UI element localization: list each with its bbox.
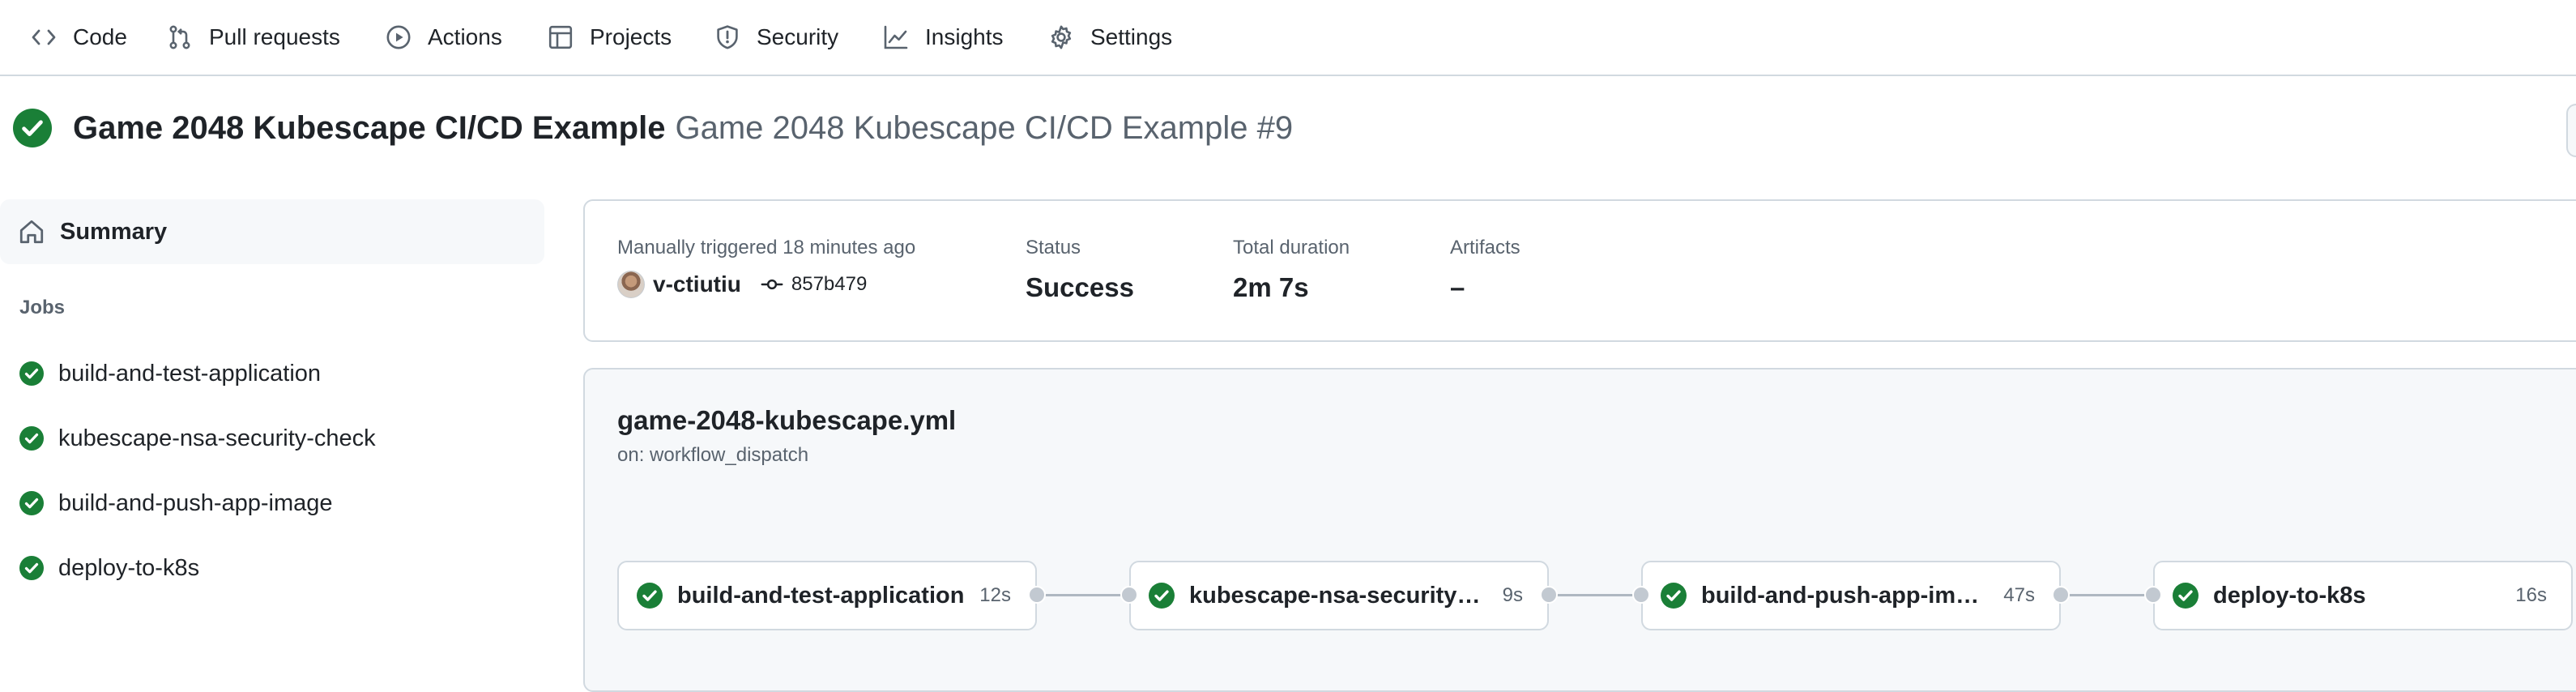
sidebar-job-label: build-and-test-application bbox=[58, 360, 322, 387]
graph-job-node[interactable]: build-and-push-app-image 47s bbox=[1641, 561, 2061, 630]
job-node-duration: 9s bbox=[1502, 584, 1523, 606]
page-title: Game 2048 Kubescape CI/CD Example bbox=[73, 109, 666, 146]
run-header: Game 2048 Kubescape CI/CD Example Game 2… bbox=[13, 104, 1293, 152]
job-input-port bbox=[1632, 586, 1650, 604]
job-connector bbox=[1039, 594, 1132, 596]
sidebar-item-summary[interactable]: Summary bbox=[0, 199, 544, 264]
shield-icon bbox=[717, 25, 738, 49]
tab-settings[interactable]: Settings bbox=[1048, 0, 1172, 75]
sidebar-item-label: Summary bbox=[60, 218, 168, 245]
header-action-button[interactable] bbox=[2566, 104, 2576, 157]
job-output-port bbox=[2052, 586, 2070, 604]
sidebar-job-item[interactable]: kubescape-nsa-security-check bbox=[19, 418, 376, 459]
duration-label: Total duration bbox=[1233, 237, 1350, 258]
trigger-column: Manually triggered 18 minutes ago v-ctiu… bbox=[617, 237, 915, 298]
status-value: Success bbox=[1026, 272, 1134, 302]
avatar[interactable] bbox=[617, 271, 645, 298]
tab-label: Projects bbox=[590, 24, 672, 49]
tab-actions[interactable]: Actions bbox=[386, 0, 502, 75]
graph-job-node[interactable]: build-and-test-application 12s bbox=[617, 561, 1037, 630]
check-circle-icon bbox=[19, 556, 44, 580]
job-node-name: build-and-push-app-image bbox=[1701, 582, 1990, 609]
code-icon bbox=[32, 29, 56, 45]
check-circle-icon bbox=[1149, 583, 1175, 609]
check-circle-icon bbox=[19, 361, 44, 386]
graph-job-node[interactable]: kubescape-nsa-security-check 9s bbox=[1129, 561, 1549, 630]
play-icon bbox=[386, 25, 411, 49]
artifacts-label: Artifacts bbox=[1450, 237, 1520, 258]
artifacts-value: – bbox=[1450, 272, 1465, 302]
git-pull-request-icon bbox=[169, 25, 190, 49]
sidebar-job-item[interactable]: deploy-to-k8s bbox=[19, 548, 199, 588]
tab-projects[interactable]: Projects bbox=[548, 0, 672, 75]
run-title: Game 2048 Kubescape CI/CD Example #9 bbox=[675, 109, 1294, 146]
workflow-trigger: on: workflow_dispatch bbox=[617, 444, 809, 466]
duration-value: 2m 7s bbox=[1233, 272, 1309, 302]
table-icon bbox=[548, 25, 573, 49]
artifacts-column: Artifacts – bbox=[1450, 237, 1520, 303]
tab-label: Security bbox=[757, 24, 839, 49]
job-node-duration: 12s bbox=[979, 584, 1011, 606]
git-commit-icon bbox=[761, 279, 783, 290]
jobs-heading: Jobs bbox=[19, 297, 66, 318]
job-node-name: build-and-test-application bbox=[677, 582, 965, 609]
tab-label: Insights bbox=[925, 24, 1004, 49]
status-label: Status bbox=[1026, 237, 1081, 258]
actor-line: v-ctiutiu 857b479 bbox=[617, 271, 915, 298]
job-node-duration: 47s bbox=[2003, 584, 2035, 606]
sidebar-job-label: kubescape-nsa-security-check bbox=[58, 425, 376, 451]
check-circle-icon bbox=[19, 426, 44, 451]
job-node-name: deploy-to-k8s bbox=[2213, 582, 2366, 609]
check-circle-icon bbox=[2173, 583, 2199, 609]
job-input-port bbox=[1120, 586, 1138, 604]
home-icon bbox=[19, 220, 44, 244]
job-connector bbox=[2062, 594, 2156, 596]
job-output-port bbox=[1028, 586, 1046, 604]
duration-column: Total duration 2m 7s bbox=[1233, 237, 1350, 303]
sidebar-job-item[interactable]: build-and-push-app-image bbox=[19, 483, 333, 523]
tab-security[interactable]: Security bbox=[714, 0, 838, 75]
tab-label: Code bbox=[73, 24, 127, 49]
graph-icon bbox=[884, 25, 908, 49]
check-circle-icon bbox=[637, 583, 663, 609]
check-circle-icon bbox=[13, 109, 52, 147]
sidebar-job-label: deploy-to-k8s bbox=[58, 554, 200, 581]
commit-link[interactable]: 857b479 bbox=[791, 273, 867, 296]
workflow-file-name[interactable]: game-2048-kubescape.yml bbox=[617, 405, 956, 436]
job-input-port bbox=[2144, 586, 2162, 604]
tab-label: Actions bbox=[428, 24, 502, 49]
sidebar-job-item[interactable]: build-and-test-application bbox=[19, 353, 321, 394]
graph-job-node[interactable]: deploy-to-k8s 16s bbox=[2153, 561, 2573, 630]
repo-nav: Code Pull requests Actions Projects Secu… bbox=[0, 0, 2576, 76]
trigger-text: Manually triggered 18 minutes ago bbox=[617, 237, 916, 258]
job-output-port bbox=[1540, 586, 1558, 604]
tab-code[interactable]: Code bbox=[31, 0, 127, 75]
tab-label: Settings bbox=[1090, 24, 1173, 49]
check-circle-icon bbox=[19, 491, 44, 515]
sidebar-job-label: build-and-push-app-image bbox=[58, 489, 333, 516]
job-node-duration: 16s bbox=[2515, 584, 2547, 606]
workflow-graph: game-2048-kubescape.yml on: workflow_dis… bbox=[583, 368, 2576, 692]
run-summary-card: Manually triggered 18 minutes ago v-ctiu… bbox=[583, 199, 2576, 342]
tab-label: Pull requests bbox=[209, 24, 340, 49]
job-node-name: kubescape-nsa-security-check bbox=[1189, 582, 1488, 609]
job-connector bbox=[1550, 594, 1644, 596]
tab-insights[interactable]: Insights bbox=[883, 0, 1004, 75]
status-column: Status Success bbox=[1026, 237, 1134, 303]
tab-pull-requests[interactable]: Pull requests bbox=[167, 0, 340, 75]
check-circle-icon bbox=[1661, 583, 1687, 609]
actor-link[interactable]: v-ctiutiu bbox=[653, 271, 741, 297]
gear-icon bbox=[1051, 25, 1072, 49]
